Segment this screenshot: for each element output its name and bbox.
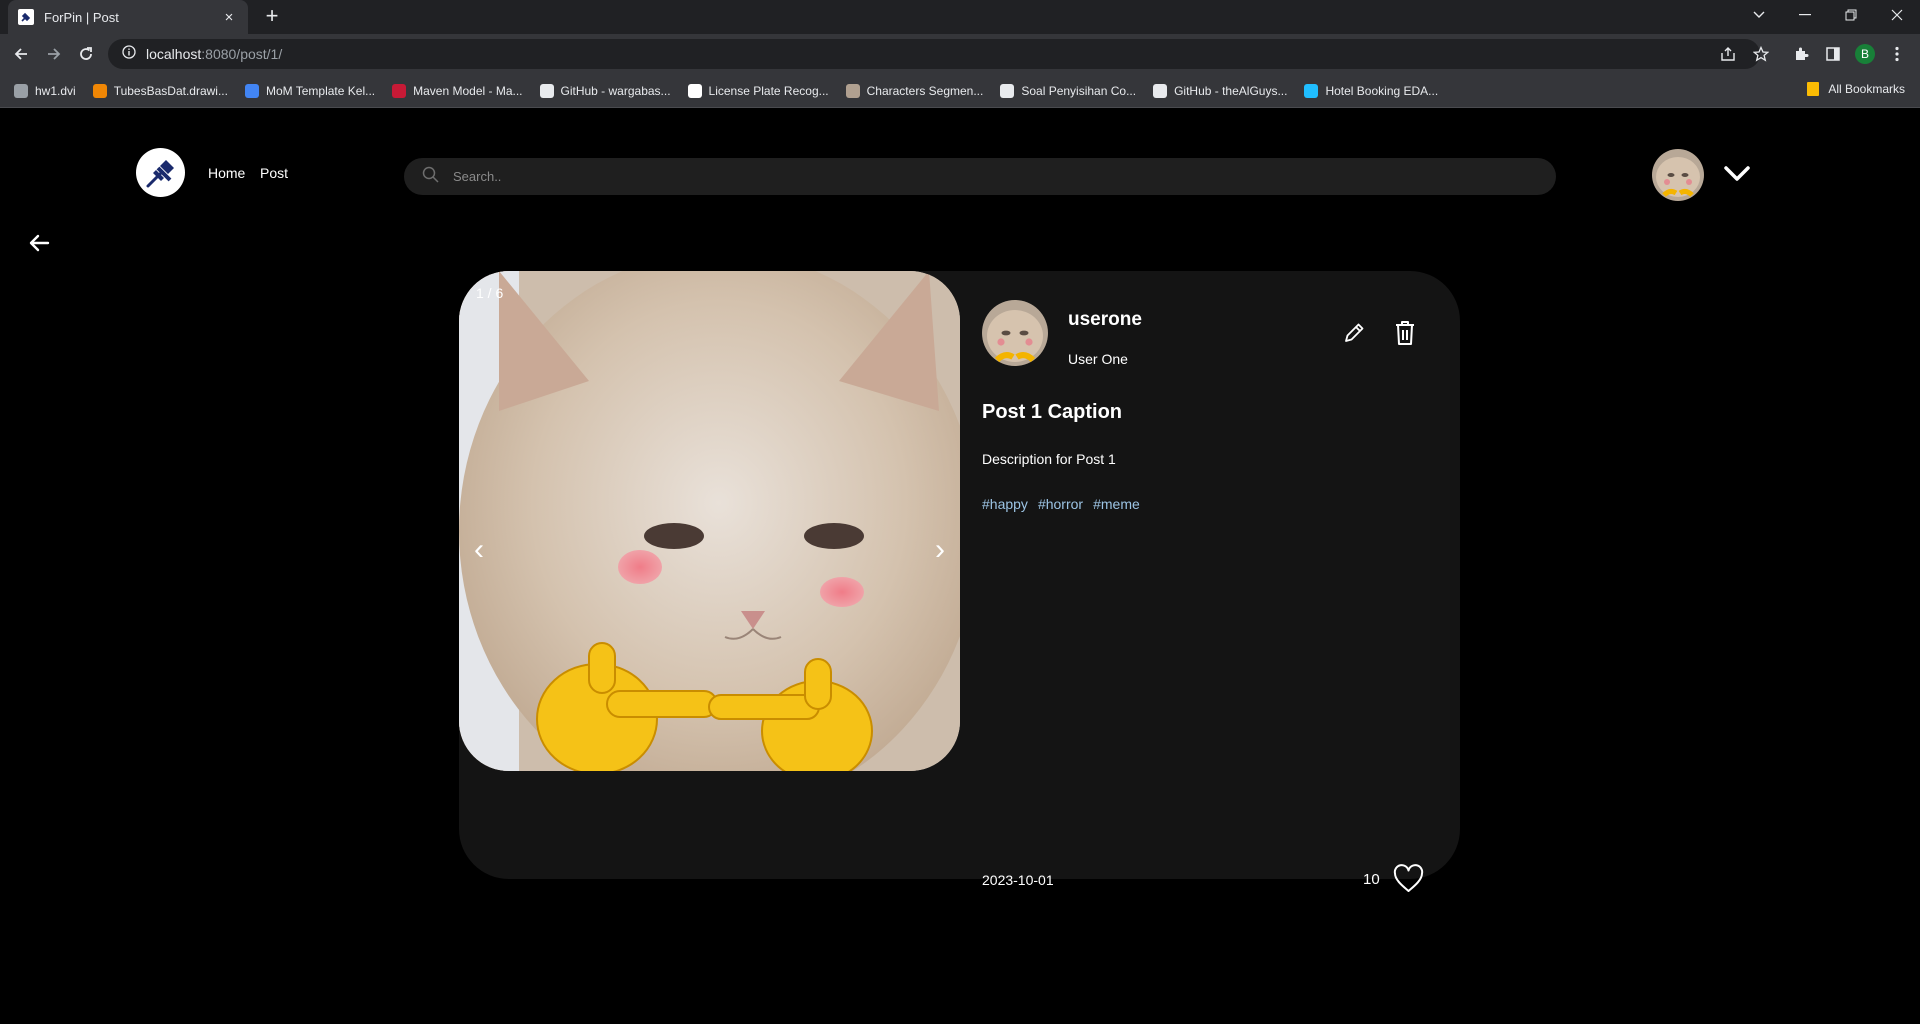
url-path: :8080/post/1/ (201, 46, 283, 62)
url-host: localhost (146, 46, 202, 62)
side-panel-icon[interactable] (1821, 42, 1845, 66)
bookmark-item[interactable]: GitHub - theAlGuys... (1153, 83, 1288, 98)
bookmark-label: MoM Template Kel... (265, 83, 376, 98)
bookmark-favicon-icon (1000, 83, 1015, 98)
bookmark-item[interactable]: TubesBasDat.drawi... (92, 83, 228, 98)
bookmark-favicon-icon (1153, 83, 1168, 98)
cat-avatar-icon (982, 300, 1048, 366)
tab-title: ForPin | Post (44, 9, 119, 25)
bookmark-item[interactable]: Characters Segmen... (845, 83, 984, 98)
bookmark-label: Hotel Booking EDA... (1325, 83, 1439, 98)
bookmark-favicon-icon (14, 83, 28, 98)
pin-logo-icon (146, 159, 174, 187)
extensions-icon[interactable] (1789, 42, 1813, 66)
page: Home Post Search.. 1 / 6 ‹ › userone Use… (0, 109, 1920, 1024)
url-text: localhost:8080/post/1/ (146, 46, 282, 62)
new-tab-button[interactable]: + (260, 5, 284, 29)
bookmark-label: Soal Penyisihan Co... (1021, 83, 1137, 98)
post-caption: Post 1 Caption (982, 401, 1123, 423)
site-info-icon[interactable] (122, 44, 136, 64)
bookmark-item[interactable]: Maven Model - Ma... (392, 83, 523, 98)
bookmark-label: GitHub - theAlGuys... (1174, 83, 1288, 98)
back-nav-icon[interactable] (9, 42, 33, 66)
bookmark-label: TubesBasDat.drawi... (113, 83, 228, 98)
minimize-button[interactable] (1782, 0, 1828, 30)
profile-initial: B (1855, 44, 1875, 64)
bookmark-item[interactable]: MoM Template Kel... (244, 83, 376, 98)
forward-nav-icon[interactable] (42, 42, 66, 66)
nav-home-link[interactable]: Home (208, 165, 245, 181)
bookmark-favicon-icon (845, 83, 860, 98)
back-arrow-icon[interactable] (26, 231, 52, 255)
post-date: 2023-10-01 (982, 872, 1054, 888)
browser-tab-bar: ForPin | Post × + (0, 0, 1920, 34)
tag-link[interactable]: #meme (1093, 496, 1140, 512)
search-icon (422, 166, 439, 188)
nav-post-link[interactable]: Post (260, 165, 288, 181)
post-image-carousel[interactable]: 1 / 6 ‹ › (459, 271, 960, 771)
address-bar[interactable]: localhost:8080/post/1/ (108, 39, 1760, 69)
close-window-button[interactable] (1874, 0, 1920, 30)
author-fullname: User One (1068, 351, 1128, 367)
user-avatar-menu[interactable] (1652, 149, 1704, 201)
bookmark-label: Maven Model - Ma... (413, 83, 523, 98)
bookmark-favicon-icon (392, 83, 407, 98)
next-image-button[interactable]: › (935, 535, 945, 565)
bookmark-star-icon[interactable] (1749, 42, 1773, 66)
bookmark-label: GitHub - wargabas... (560, 83, 671, 98)
image-counter: 1 / 6 (476, 285, 504, 301)
bookmark-item[interactable]: License Plate Recog... (687, 83, 829, 98)
cat-avatar-icon (1652, 149, 1704, 201)
reload-icon[interactable] (74, 42, 98, 66)
forpin-logo[interactable] (136, 148, 185, 197)
bookmark-label: hw1.dvi (35, 83, 76, 98)
bookmark-item[interactable]: hw1.dvi (14, 83, 76, 98)
folder-icon (1807, 82, 1820, 96)
like-count: 10 (1363, 871, 1380, 888)
author-avatar[interactable] (982, 300, 1048, 366)
post-description: Description for Post 1 (982, 451, 1116, 467)
bookmark-favicon-icon (92, 83, 107, 98)
tab-close-icon[interactable]: × (220, 9, 238, 26)
heart-like-icon[interactable] (1392, 863, 1425, 894)
bookmark-favicon-icon (539, 83, 554, 98)
all-bookmarks-label: All Bookmarks (1828, 82, 1905, 96)
search-input[interactable] (453, 169, 1353, 184)
bookmark-favicon-icon (244, 83, 259, 98)
prev-image-button[interactable]: ‹ (474, 535, 484, 565)
bookmark-item[interactable]: Hotel Booking EDA... (1304, 83, 1439, 98)
bookmark-favicon-icon (687, 83, 702, 98)
share-icon[interactable] (1716, 42, 1740, 66)
search-bar[interactable] (404, 158, 1556, 195)
browser-tab[interactable]: ForPin | Post × (8, 0, 248, 34)
tag-link[interactable]: #horror (1038, 496, 1083, 512)
delete-trash-icon[interactable] (1392, 319, 1418, 347)
chevron-down-icon[interactable] (1722, 161, 1752, 187)
author-username[interactable]: userone (1068, 309, 1142, 331)
bookmark-item[interactable]: Soal Penyisihan Co... (1000, 83, 1137, 98)
all-bookmarks-button[interactable]: All Bookmarks (1807, 82, 1905, 96)
forpin-favicon-icon (18, 9, 34, 25)
post-card: 1 / 6 ‹ › userone User One Post 1 Captio… (459, 271, 1460, 892)
profile-button[interactable]: B (1853, 42, 1877, 66)
bookmark-item[interactable]: GitHub - wargabas... (539, 83, 671, 98)
post-tags: #happy #horror #meme (982, 496, 1150, 512)
edit-pencil-icon[interactable] (1341, 320, 1367, 346)
tab-search-icon[interactable] (1736, 0, 1782, 30)
bookmark-label: Characters Segmen... (866, 83, 984, 98)
restore-button[interactable] (1828, 0, 1874, 30)
browser-toolbar: localhost:8080/post/1/ B (0, 34, 1920, 74)
bookmark-favicon-icon (1304, 83, 1319, 98)
cat-photo (459, 271, 960, 771)
tag-link[interactable]: #happy (982, 496, 1028, 512)
menu-dots-icon[interactable] (1885, 42, 1909, 66)
bookmarks-bar: hw1.dvi TubesBasDat.drawi... MoM Template … (0, 74, 1920, 108)
bookmark-label: License Plate Recog... (708, 83, 829, 98)
